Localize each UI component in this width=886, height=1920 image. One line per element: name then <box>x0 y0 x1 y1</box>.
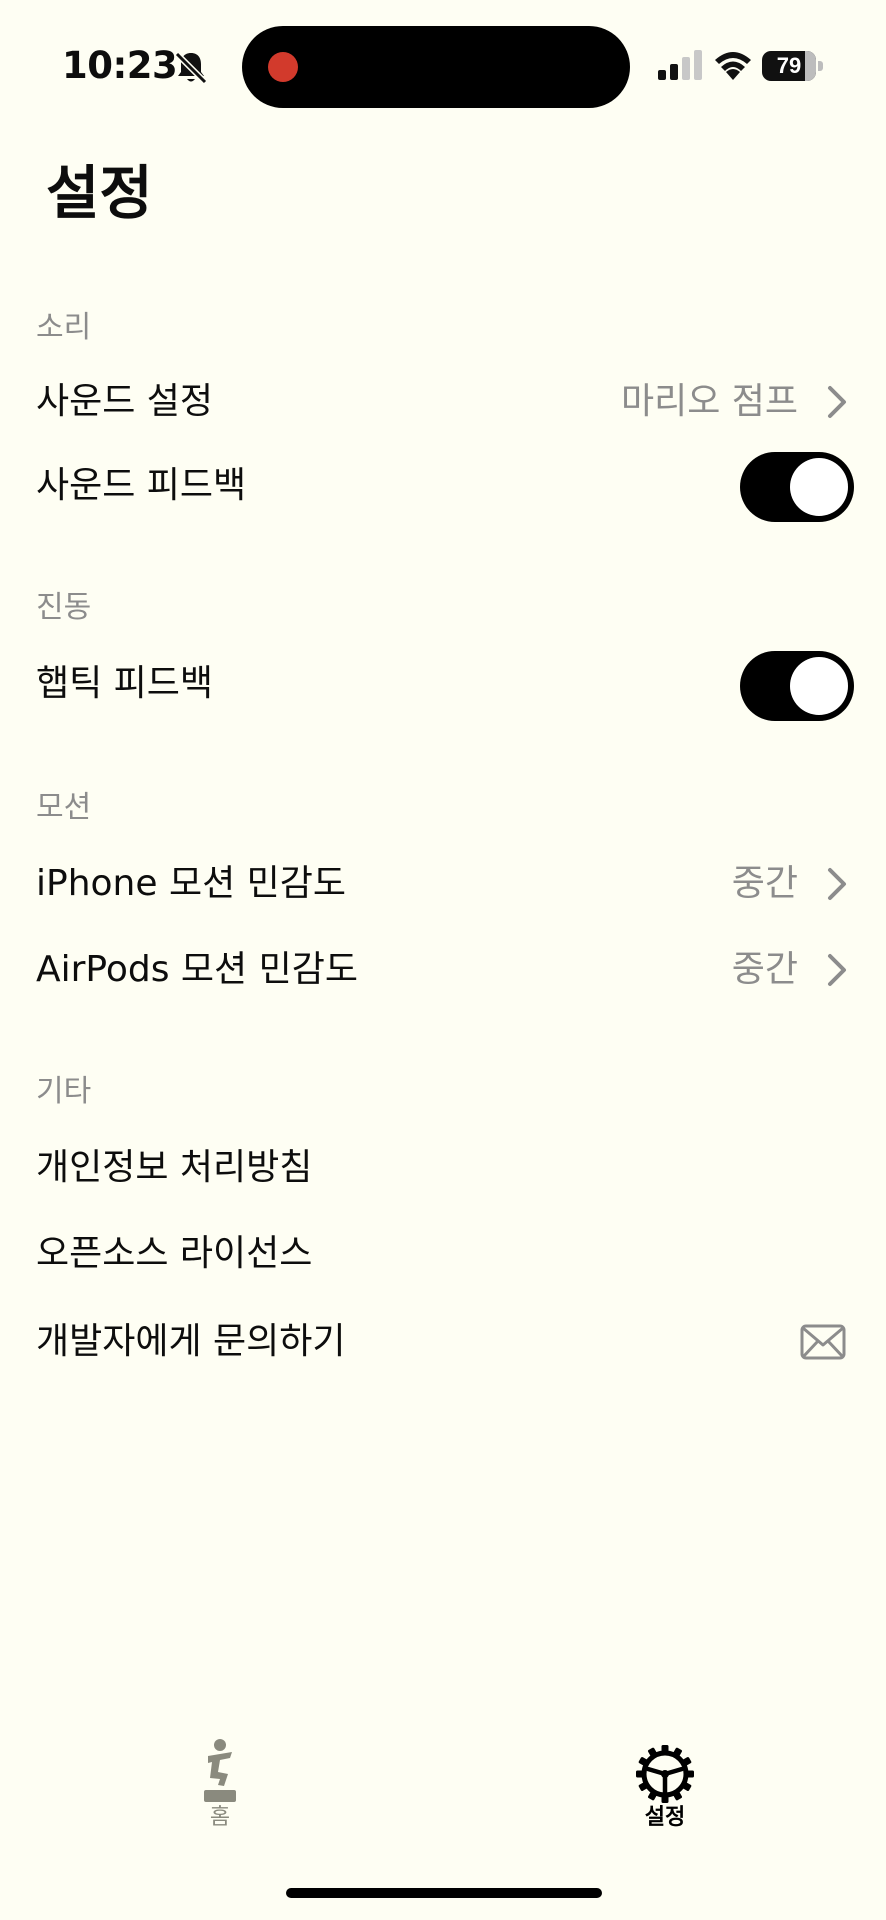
iphone-motion-sensitivity-row[interactable]: iPhone 모션 민감도 중간 <box>0 852 886 916</box>
iphone-motion-sensitivity-value: 중간 <box>731 863 798 904</box>
home-indicator[interactable] <box>286 1888 602 1898</box>
cellular-signal-icon <box>658 50 702 80</box>
page-title: 설정 <box>46 159 153 227</box>
haptic-feedback-label: 햅틱 피드백 <box>36 663 214 704</box>
sound-feedback-toggle[interactable] <box>740 452 854 522</box>
chevron-right-icon <box>828 868 846 900</box>
section-header-other: 기타 <box>36 1074 92 1109</box>
iphone-motion-sensitivity-label: iPhone 모션 민감도 <box>36 863 347 904</box>
battery-percent: 79 <box>776 53 802 78</box>
section-header-motion: 모션 <box>36 790 92 825</box>
tab-home-label: 홈 <box>209 1805 231 1830</box>
toggle-knob <box>790 657 848 715</box>
tab-settings[interactable]: 설정 <box>605 1744 725 1832</box>
section-header-vibration: 진동 <box>36 590 92 625</box>
tab-home[interactable]: 홈 <box>160 1738 280 1832</box>
envelope-icon[interactable] <box>800 1324 846 1360</box>
recording-indicator-icon <box>268 52 298 82</box>
dynamic-island <box>242 26 630 108</box>
gear-icon <box>636 1745 694 1803</box>
sound-feedback-label: 사운드 피드백 <box>36 465 247 506</box>
sound-setting-label: 사운드 설정 <box>36 381 214 422</box>
sound-setting-value: 마리오 점프 <box>620 381 798 422</box>
chevron-right-icon <box>828 386 846 418</box>
open-source-license-link[interactable]: 오픈소스 라이선스 <box>36 1230 312 1278</box>
chevron-right-icon <box>828 954 846 986</box>
contact-developer-label: 개발자에게 문의하기 <box>36 1321 346 1362</box>
airpods-motion-sensitivity-row[interactable]: AirPods 모션 민감도 중간 <box>0 938 886 1002</box>
contact-developer-row[interactable]: 개발자에게 문의하기 <box>0 1310 886 1374</box>
section-header-sound: 소리 <box>36 310 92 345</box>
battery-icon: 79 <box>762 51 824 81</box>
toggle-knob <box>790 458 848 516</box>
tab-settings-label: 설정 <box>644 1805 686 1830</box>
person-jump-icon <box>204 1739 236 1802</box>
sound-setting-row[interactable]: 사운드 설정 마리오 점프 <box>0 370 886 434</box>
airpods-motion-sensitivity-label: AirPods 모션 민감도 <box>36 949 358 990</box>
wifi-icon <box>715 52 751 80</box>
silent-bell-icon <box>174 51 208 85</box>
privacy-policy-link[interactable]: 개인정보 처리방침 <box>36 1144 312 1192</box>
haptic-feedback-toggle[interactable] <box>740 651 854 721</box>
airpods-motion-sensitivity-value: 중간 <box>731 949 798 990</box>
status-time: 10:23 <box>62 44 178 87</box>
